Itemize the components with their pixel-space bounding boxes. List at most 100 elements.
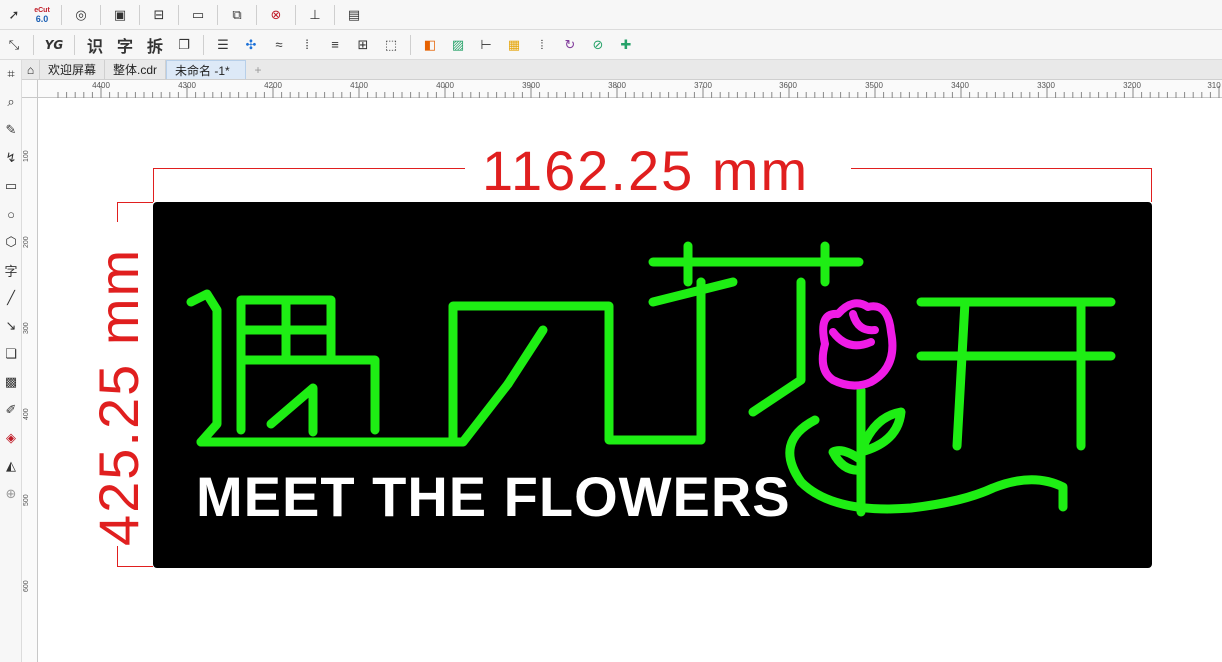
fill-icon[interactable]: ◈ [0,424,22,452]
width-extension-right [1151,168,1152,202]
toolbar-separator [139,4,140,25]
select-box-icon[interactable]: ⬚ [379,33,403,57]
lifebuoy-icon[interactable]: ⊗ [264,3,288,27]
crop-icon[interactable]: ⌗ [0,60,22,88]
neon-stroke-jian-frame [448,277,706,445]
smart-fill-icon[interactable]: ◭ [0,452,22,480]
puzzle-icon[interactable]: ✚ [614,33,638,57]
ruler-label: 3600 [779,81,797,90]
print-icon[interactable]: ▣ [108,3,132,27]
toolbar-separator [217,4,218,25]
ruler-label: 3400 [951,81,969,90]
neon-rose-petal-top [849,310,879,335]
height-extension-top [117,202,153,203]
split-button[interactable]: 拆 [142,33,168,57]
standard-toolbar: ➚ eCut 6.0 ◎ ▣ ⊟ ▭ ⧉ ⊗ ⊥ ▤ [0,0,1222,30]
ruler-label: 3500 [865,81,883,90]
ellipse-icon[interactable]: ○ [0,200,22,228]
ecut-plugin-button[interactable]: eCut 6.0 [30,3,54,27]
ruler-origin[interactable] [22,80,38,98]
width-dimension-line-right [851,168,1152,169]
ruler-label: 300 [23,322,30,334]
measure-icon[interactable]: ⊟ [147,3,171,27]
tab-overall-cdr[interactable]: 整体.cdr [105,60,167,79]
ruler-label: 500 [23,494,30,506]
neon-rose-bloom [818,299,897,390]
yg-button[interactable]: YG [41,33,67,57]
neon-stroke-yu-inner [266,383,318,437]
copy-icon[interactable]: ❐ [172,33,196,57]
ruler-label: 4200 [264,81,282,90]
neon-stroke-hua-left-slant [648,277,738,307]
document-tabs: ⌂ 欢迎屏幕 整体.cdr 未命名 -1* + [22,60,1222,80]
width-dimension-label[interactable]: 1162.25 mm [482,138,809,203]
shadow-icon[interactable]: ❏ [0,340,22,368]
pattern-icon[interactable]: ✣ [239,33,263,57]
grid-dots-icon[interactable]: ⁞ [295,33,319,57]
recognize-button[interactable]: 识 [82,33,108,57]
ruler-label: 3700 [694,81,712,90]
coreldraw-window: ➚ eCut 6.0 ◎ ▣ ⊟ ▭ ⧉ ⊗ ⊥ ▤ ⤡ YG 识 字 拆 ❐ … [0,0,1222,662]
pick-tool-icon[interactable]: ➚ [2,3,26,27]
tab-welcome[interactable]: 欢迎屏幕 [40,60,106,79]
toolbar-separator [74,34,75,55]
layers-icon[interactable]: ▦ [502,33,526,57]
ruler-label: 3900 [522,81,540,90]
toolbar-separator [203,34,204,55]
tab-untitled[interactable]: 未命名 -1* [166,60,247,79]
width-extension-left [153,168,154,202]
group-icon[interactable]: ⊞ [351,33,375,57]
text-tool-icon[interactable]: 字 [0,256,22,284]
align-icon[interactable]: ⊥ [303,3,327,27]
neon-ground-curve [785,415,1068,514]
height-dimension-line-top [117,202,118,222]
ruler-label: 3200 [1123,81,1141,90]
neon-stroke-yu-baseline [196,379,513,447]
image-icon[interactable]: ▨ [446,33,470,57]
neon-stroke-yu-radical [186,289,222,447]
horizontal-ruler[interactable]: 4400 4300 4200 4100 4000 3900 3800 3700 … [38,80,1222,98]
transparency-icon[interactable]: ▩ [0,368,22,396]
color-blocks-icon[interactable]: ◧ [418,33,442,57]
transform-icon[interactable]: ◎ [69,3,93,27]
line-icon[interactable]: ╱ [0,284,22,312]
eyedropper-icon[interactable]: ✐ [0,396,22,424]
list-icon[interactable]: ☰ [211,33,235,57]
arrow-curve-icon[interactable]: ↻ [558,33,582,57]
add-tool-icon[interactable]: ⊕ [0,480,22,508]
arrange-icon[interactable]: ⧉ [225,3,249,27]
neon-stroke-hua-right [748,277,806,417]
neon-stroke-jian-diag [503,325,548,389]
neon-sign-board[interactable]: MEET THE FLOWERS [153,202,1152,568]
ruler-label: 4000 [436,81,454,90]
table-icon[interactable]: ▤ [342,3,366,27]
freehand-icon[interactable]: ✎ [0,116,22,144]
zoom-icon[interactable]: ⌕ [0,88,22,116]
bezier-icon[interactable]: ↯ [0,144,22,172]
home-icon[interactable]: ⌂ [22,60,40,79]
plugin-toolbar: ⤡ YG 识 字 拆 ❐ ☰ ✣ ≈ ⁞ ≡ ⊞ ⬚ ◧ ▨ ⊢ ▦ ⦙ ↻ ⊘… [0,30,1222,60]
rectangle-icon[interactable]: ▭ [0,172,22,200]
barcode-icon[interactable]: ⦙ [530,33,554,57]
ruler-tool-icon[interactable]: ▭ [186,3,210,27]
ruler-label: 400 [23,408,30,420]
text-button[interactable]: 字 [112,33,138,57]
toolbar-separator [410,34,411,55]
toolbar-separator [334,4,335,25]
toolbar-separator [100,4,101,25]
leaf-icon[interactable]: ⊘ [586,33,610,57]
lines-icon[interactable]: ≡ [323,33,347,57]
ruler-label: 200 [23,236,30,248]
vertical-ruler[interactable]: 100 200 300 400 500 600 [22,98,38,662]
connector-icon[interactable]: ↘ [0,312,22,340]
new-tab-icon[interactable]: + [246,60,270,79]
dimension-icon[interactable]: ⊢ [474,33,498,57]
polygon-icon[interactable]: ⬡ [0,228,22,256]
node-tool-icon[interactable]: ⤡ [2,33,26,57]
toolbar-separator [61,4,62,25]
toolbar-separator [256,4,257,25]
sign-english-text: MEET THE FLOWERS [196,465,791,528]
height-dimension-label[interactable]: 425.25 mm [86,248,151,546]
wave-icon[interactable]: ≈ [267,33,291,57]
ruler-label: 600 [23,580,30,592]
